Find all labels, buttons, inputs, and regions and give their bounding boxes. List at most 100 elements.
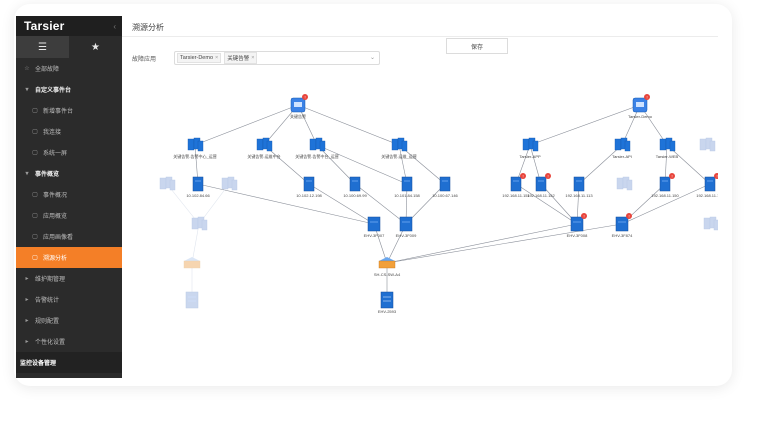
sidebar-item[interactable]: ▢ 新增事件台 xyxy=(16,100,122,121)
node-label: EHV-3F008 xyxy=(567,233,588,238)
app-filter-select[interactable]: Tarsier-Demo × 关键告警 × ⌄ xyxy=(174,51,380,65)
graph-node-service[interactable]: Tarsier-APP xyxy=(519,137,541,159)
filter-tag[interactable]: 关键告警 × xyxy=(224,52,258,64)
topology-graph[interactable]: ! 关键告警! Tarsier-Demo 关键告警-告警中心_运营 关键告警-运维中台 关… xyxy=(122,76,718,376)
switch-icon xyxy=(615,216,629,232)
server-icon xyxy=(709,140,716,152)
graph-node-switch[interactable]: EHV-3F007 xyxy=(364,216,385,238)
graph-node-storage[interactable]: EHV-2593 xyxy=(378,291,397,314)
graph-node-root[interactable]: ! Tarsier-Demo xyxy=(628,94,653,119)
save-button[interactable]: 保存 xyxy=(446,38,508,54)
menu-icon: ▢ xyxy=(32,255,38,261)
graph-node-host[interactable]: ! 192.168.11.155 xyxy=(696,173,718,198)
nodes-layer: ! 关键告警! Tarsier-Demo 关键告警-告警中心_运营 关键告警-运维中台 关… xyxy=(159,94,718,314)
graph-node-service[interactable]: 关键告警-运维_运营 xyxy=(381,137,417,159)
sidebar-item[interactable]: ▸ 告警统计 xyxy=(16,289,122,310)
graph-node-switch[interactable]: ! EHV-3F874 xyxy=(612,213,633,238)
sidebar-item[interactable]: ▾ 自定义事件台 xyxy=(16,79,122,100)
server-icon xyxy=(187,138,195,151)
node-label: 关键告警-运维_运营 xyxy=(381,153,417,159)
sidebar-item[interactable]: ▸ 维护期管理 xyxy=(16,268,122,289)
graph-node-ghost-server[interactable] xyxy=(221,176,238,191)
graph-node-host[interactable]: 10.100.69.99 xyxy=(343,176,367,198)
collapse-icon[interactable]: ‹ xyxy=(113,22,116,31)
list-icon[interactable]: ☰ xyxy=(16,36,69,58)
sidebar-item[interactable]: ▢ 应用概览 xyxy=(16,205,122,226)
graph-node-ghost-server[interactable] xyxy=(191,216,208,231)
graph-node-service[interactable]: 关键告警-运维中台 xyxy=(247,137,281,159)
close-icon[interactable]: × xyxy=(215,55,218,61)
graph-edge xyxy=(316,144,408,185)
graph-node-service[interactable]: 关键告警-告警中台_运营 xyxy=(295,137,339,159)
graph-node-host[interactable]: 10.100.67.146 xyxy=(432,176,459,198)
server-icon xyxy=(256,138,264,151)
server-icon xyxy=(614,138,622,151)
sidebar-item[interactable]: ▸ 规则配置 xyxy=(16,310,122,331)
graph-edge xyxy=(578,144,623,185)
graph-node-ghost-storage[interactable] xyxy=(185,291,199,309)
sidebar-item[interactable]: ▢ 溯源分析 xyxy=(16,247,122,268)
sidebar-item[interactable]: ▸ 个性化设置 xyxy=(16,331,122,352)
node-label: Tarsier-Demo xyxy=(628,114,653,119)
node-label: Tarsier-API xyxy=(612,154,632,159)
chevron-down-icon[interactable]: ⌄ xyxy=(370,54,375,61)
storage-icon xyxy=(185,291,199,309)
node-label: 192.168.11.155 xyxy=(696,193,718,198)
sidebar: Tarsier ‹ ☰ ★ ☆ 全部故障 ▾ 自定义事件台 ▢ 新增事件台 ▢ 我连接 ▢ 系统一… xyxy=(16,16,122,378)
menu-icon: ▾ xyxy=(25,171,29,177)
alert-badge-text: ! xyxy=(716,173,717,178)
graph-node-host[interactable]: ! 192.168.11.150 xyxy=(651,173,680,198)
node-label: 关键告警-告警中台_运营 xyxy=(295,153,339,159)
server-icon xyxy=(309,138,317,151)
graph-node-ghost-core[interactable] xyxy=(183,257,201,269)
sidebar-item[interactable]: ▾ 事件概览 xyxy=(16,163,122,184)
sidebar-item[interactable]: ▢ 应用画像看 xyxy=(16,226,122,247)
graph-node-host[interactable]: 10.102.84.66 xyxy=(186,176,210,198)
server-icon xyxy=(319,140,326,152)
sidebar-item-label: 应用画像看 xyxy=(43,235,74,241)
graph-node-host[interactable]: 10.102.12.198 xyxy=(296,176,323,198)
filter-label: 故障应用 xyxy=(132,57,157,63)
filter-tag[interactable]: Tarsier-Demo × xyxy=(177,53,222,63)
server-icon xyxy=(169,179,176,191)
graph-node-ghost-server[interactable] xyxy=(616,176,633,191)
sidebar-item[interactable]: ▢ 系统一屏 xyxy=(16,142,122,163)
menu-icon: ▢ xyxy=(32,129,38,135)
server-icon xyxy=(659,138,667,151)
sidebar-footer[interactable]: 监控设备管理 xyxy=(16,352,122,373)
graph-node-service[interactable]: Tarsier-API xyxy=(612,137,632,159)
node-label: 192.168.11.150 xyxy=(651,193,679,198)
graph-edge xyxy=(194,104,299,146)
sidebar-item[interactable]: ☆ 全部故障 xyxy=(16,58,122,79)
graph-node-root[interactable]: ! 关键告警 xyxy=(290,94,308,119)
node-label: EHV-3F007 xyxy=(364,233,385,238)
host-icon xyxy=(510,176,522,192)
node-label: Tarsier-WEB xyxy=(656,154,679,159)
menu-icon: ▾ xyxy=(25,87,29,93)
graph-node-service[interactable]: 关键告警-告警中心_运营 xyxy=(173,137,217,159)
node-label: 关键告警-告警中心_运营 xyxy=(173,153,217,159)
graph-node-host[interactable]: ! 192.168.11.152 xyxy=(527,173,556,198)
sidebar-item[interactable]: ▢ 事件概况 xyxy=(16,184,122,205)
sidebar-item-label: 事件概览 xyxy=(35,172,60,178)
node-label: Tarsier-APP xyxy=(519,154,541,159)
graph-node-core[interactable]: SH-CS-SW-A4 xyxy=(374,257,401,277)
sidebar-item[interactable]: ▢ 我连接 xyxy=(16,121,122,142)
graph-node-service[interactable]: Tarsier-WEB xyxy=(656,137,679,159)
menu-icon: ▢ xyxy=(32,213,38,219)
graph-node-host[interactable]: 192.168.11.113 xyxy=(565,176,593,198)
sidebar-item-label: 我连接 xyxy=(43,130,62,136)
menu-icon: ▢ xyxy=(32,150,38,156)
graph-node-switch[interactable]: EHV-3F009 xyxy=(396,216,417,238)
server-icon xyxy=(191,217,199,230)
graph-node-ghost-server[interactable] xyxy=(159,176,176,191)
sidebar-item-label: 新增事件台 xyxy=(43,109,74,115)
node-label: EHV-3F009 xyxy=(396,233,417,238)
alert-badge-text: ! xyxy=(671,173,672,178)
close-icon[interactable]: × xyxy=(251,55,254,61)
server-icon xyxy=(624,140,631,152)
graph-node-ghost-server[interactable] xyxy=(699,137,716,152)
graph-node-ghost-server[interactable] xyxy=(703,216,718,231)
node-label: 10.101.84.158 xyxy=(394,193,420,198)
star-icon[interactable]: ★ xyxy=(69,36,122,58)
